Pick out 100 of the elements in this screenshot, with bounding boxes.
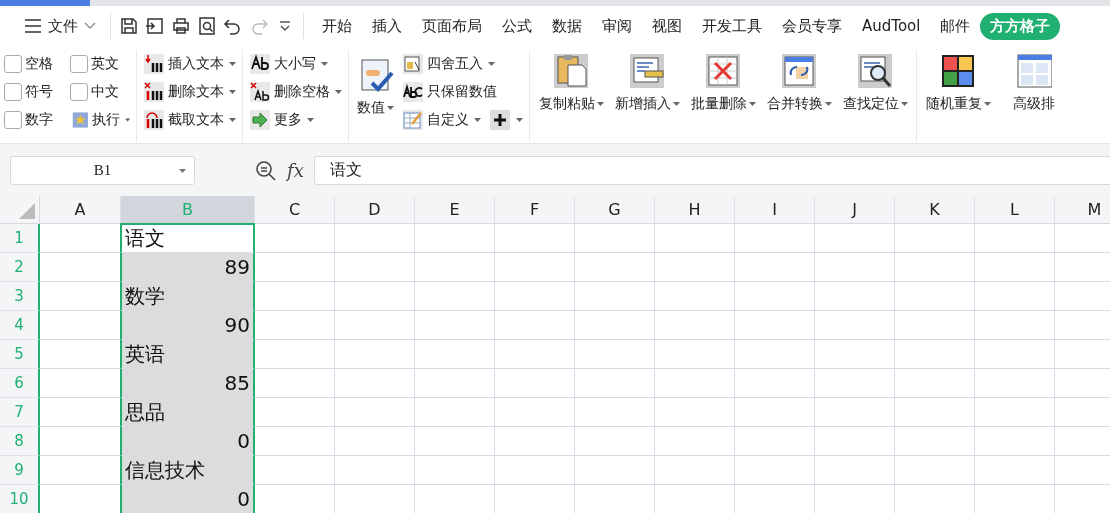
column-header[interactable]: K [895, 196, 975, 224]
ribbon-button[interactable]: 数值 [353, 54, 398, 120]
caret-icon [516, 118, 523, 122]
checkbox[interactable] [4, 83, 22, 101]
column-header[interactable]: C [255, 196, 335, 224]
caret-icon [824, 102, 832, 106]
rounding-icon [402, 53, 424, 75]
ribbon-button[interactable]: 删除文本 [141, 79, 238, 105]
checkbox[interactable] [4, 55, 22, 73]
abc-icon [402, 81, 424, 103]
ribbon-tab[interactable]: 邮件 [930, 12, 981, 40]
caret-icon [229, 90, 236, 94]
undo-icon[interactable] [223, 16, 243, 36]
checkbox-label: 符号 [25, 83, 53, 101]
column-header[interactable]: A [40, 196, 121, 224]
ribbon-button[interactable]: 高级排 [997, 50, 1071, 116]
ribbon-tab[interactable]: 开发工具 [692, 12, 772, 40]
ribbon-button[interactable]: 合并转换 [762, 50, 836, 116]
checkbox-label: 中文 [91, 83, 119, 101]
column-header[interactable]: L [975, 196, 1055, 224]
ribbon-button[interactable]: 执行 [70, 107, 132, 133]
column-header[interactable]: D [335, 196, 415, 224]
file-menu[interactable]: 文件 [18, 12, 102, 40]
ribbon-button[interactable]: 截取文本 [141, 107, 238, 133]
column-header[interactable]: J [815, 196, 895, 224]
caret-icon [672, 102, 680, 106]
color-grid-icon [940, 53, 976, 89]
save-icon[interactable] [119, 16, 139, 36]
formula-field[interactable]: 语文 [313, 156, 1110, 185]
add-button[interactable] [487, 107, 525, 133]
name-box[interactable]: B1 [10, 156, 195, 185]
plus-icon [489, 109, 511, 131]
ribbon-button[interactable]: 查找定位 [838, 50, 912, 116]
ribbon-button[interactable]: 只保留数值 [400, 79, 499, 105]
insert-row-icon [629, 53, 665, 89]
ribbon-button[interactable]: 插入文本 [141, 51, 238, 77]
checkbox-label: 空格 [25, 55, 53, 73]
magnifier-icon [857, 53, 893, 89]
ribbon-button[interactable]: 删除空格 [247, 79, 344, 105]
ribbon-tab[interactable]: 审阅 [592, 12, 642, 40]
caret-icon [335, 90, 342, 94]
caret-icon [307, 118, 314, 122]
ribbon-tab[interactable]: AudTool [852, 13, 931, 39]
ribbon-button[interactable]: 批量删除 [686, 50, 760, 116]
checkbox[interactable] [70, 83, 88, 101]
column-header[interactable]: I [735, 196, 815, 224]
table-cell: 90 [120, 311, 255, 340]
ribbon-tab[interactable]: 会员专享 [772, 12, 852, 40]
ribbon-button[interactable]: 四舍五入 [400, 51, 497, 77]
arrow-icon [249, 109, 271, 131]
column-header[interactable]: G [575, 196, 655, 224]
export-icon[interactable] [145, 16, 165, 36]
ribbon-tab[interactable]: 插入 [362, 12, 412, 40]
table-cell: 英语 [120, 340, 255, 369]
preview-icon[interactable] [197, 16, 217, 36]
remove-spaces-icon [249, 81, 271, 103]
menu-icon [24, 19, 42, 33]
table-cell: 89 [120, 253, 255, 282]
zoom-icon[interactable] [255, 159, 277, 182]
caret-icon [488, 62, 495, 66]
print-icon[interactable] [171, 16, 191, 36]
ribbon-button[interactable]: 新增插入 [610, 50, 684, 116]
caret-icon [229, 62, 236, 66]
ribbon-tab[interactable]: 开始 [312, 12, 362, 40]
column-header[interactable]: H [655, 196, 735, 224]
delete-table-icon [705, 53, 741, 89]
caret-icon [387, 106, 394, 110]
caret-icon [229, 118, 236, 122]
ribbon-button[interactable]: 大小写 [247, 51, 330, 77]
chevron-icon [84, 22, 96, 30]
table-cell: 0 [120, 427, 255, 456]
table-cell: 数学 [120, 282, 255, 311]
case-icon [249, 53, 271, 75]
ribbon-tab[interactable]: 视图 [642, 12, 692, 40]
extract-text-icon [143, 109, 165, 131]
caret-icon [474, 118, 481, 122]
column-header[interactable]: M [1055, 196, 1110, 224]
ribbon-tab[interactable]: 页面布局 [412, 12, 492, 40]
column-header[interactable]: E [415, 196, 495, 224]
checkbox-label: 数字 [25, 111, 53, 129]
table-cell: 语文 [120, 223, 255, 253]
ribbon-tab[interactable]: 数据 [542, 12, 592, 40]
checkbox[interactable] [70, 55, 88, 73]
function-button[interactable]: fx [287, 160, 304, 181]
table-cell: 0 [120, 485, 255, 513]
checkbox[interactable] [4, 111, 22, 129]
table-cell: 思品 [120, 398, 255, 427]
caret-icon [596, 102, 604, 106]
checkbox-label: 英文 [91, 55, 119, 73]
sort-table-icon [1016, 53, 1052, 89]
caret-icon [748, 102, 756, 106]
ribbon-tab[interactable]: 公式 [492, 12, 542, 40]
column-header[interactable]: F [495, 196, 575, 224]
caret-icon [983, 102, 991, 106]
ribbon-button[interactable]: 更多 [247, 107, 316, 133]
ribbon-button[interactable]: 自定义 [400, 107, 483, 133]
caret-icon [124, 118, 130, 122]
ribbon-button[interactable]: 复制粘贴 [534, 50, 608, 116]
merge-icon [781, 53, 817, 89]
ribbon-button[interactable]: 随机重复 [921, 50, 995, 116]
